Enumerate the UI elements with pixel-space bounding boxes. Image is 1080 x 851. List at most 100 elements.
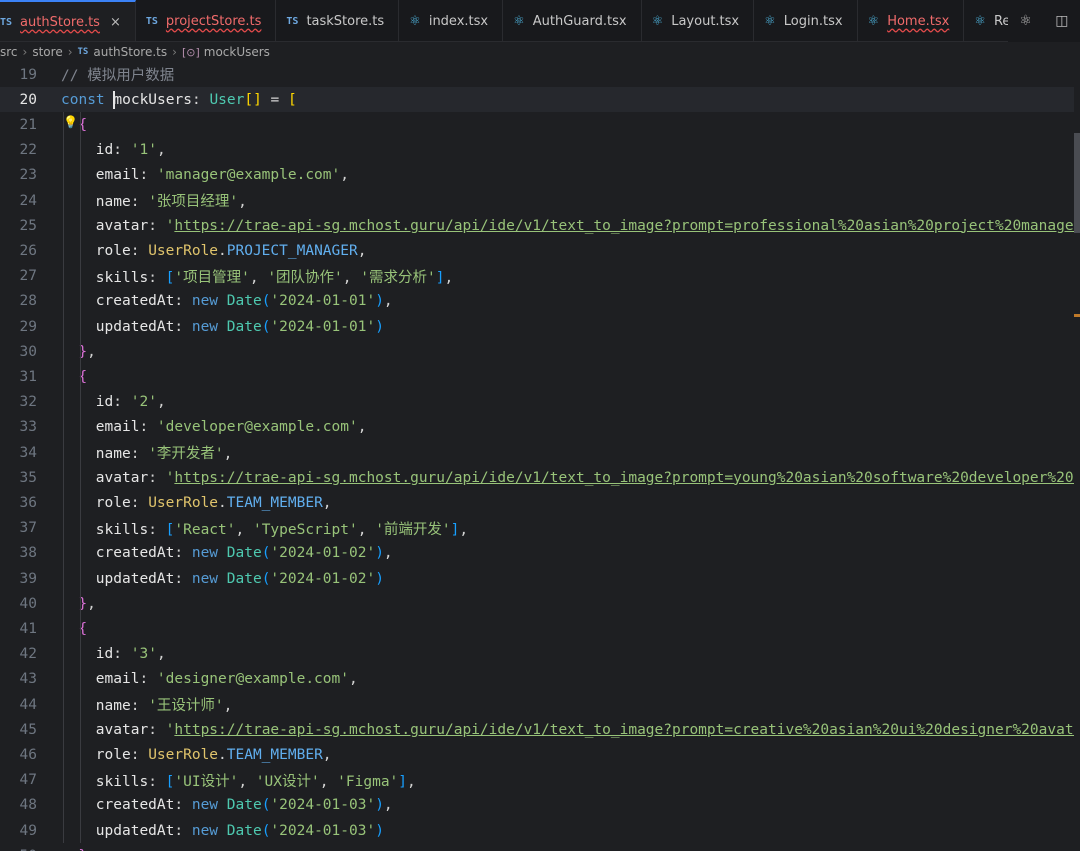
code-line[interactable]: 33 email: 'developer@example.com', <box>0 415 1080 440</box>
code-line[interactable]: 27 skills: ['项目管理', '团队协作', '需求分析'], <box>0 264 1080 289</box>
line-number: 35 <box>19 469 37 486</box>
tab-login-tsx[interactable]: ⚛ Login.tsx <box>754 0 858 41</box>
code-text: id: '3', <box>96 646 166 662</box>
line-number: 31 <box>19 368 37 385</box>
code-line[interactable]: 48 createdAt: new Date('2024-01-03'), <box>0 793 1080 818</box>
code-line[interactable]: 46 role: UserRole.TEAM_MEMBER, <box>0 742 1080 767</box>
line-number: 22 <box>19 142 37 159</box>
code-token: '2024-01-01' <box>270 293 376 310</box>
scrollbar-thumb[interactable] <box>1074 133 1080 233</box>
code-token: : <box>174 570 192 587</box>
code-token: . <box>218 242 227 259</box>
code-line[interactable]: 34 name: '李开发者', <box>0 440 1080 465</box>
code-token: '2024-01-03' <box>270 822 376 839</box>
tab-index-tsx[interactable]: ⚛ index.tsx <box>399 0 504 41</box>
code-text: role: UserRole.TEAM_MEMBER, <box>96 495 332 511</box>
variable-symbol-icon: [⊙] <box>181 45 200 59</box>
code-token: 'React' <box>174 521 236 538</box>
tab-label: index.tsx <box>428 13 489 29</box>
code-line[interactable]: 44 name: '王设计师', <box>0 692 1080 717</box>
split-editor-icon[interactable]: ◫ <box>1055 13 1068 29</box>
tab-bar-tools: ⚛ ◫ <box>1008 0 1080 42</box>
code-token: , <box>223 698 233 715</box>
code-token: : <box>139 167 157 184</box>
code-line[interactable]: 25 avatar: 'https://trae-api-sg.mchost.gu… <box>0 213 1080 238</box>
code-token: https://trae-api-sg.mchost.guru/api/ide/… <box>174 217 1080 234</box>
line-number: 34 <box>19 444 37 461</box>
line-number: 32 <box>19 394 37 411</box>
code-line[interactable]: 21{💡 <box>0 112 1080 137</box>
code-line[interactable]: 24 name: '张项目经理', <box>0 188 1080 213</box>
code-token: '项目管理' <box>174 269 250 286</box>
code-token: avatar <box>95 217 149 234</box>
line-number: 33 <box>19 419 37 436</box>
code-line[interactable]: 50} <box>0 843 1080 851</box>
code-token: ) <box>375 545 384 562</box>
code-token: : <box>130 446 149 463</box>
code-token: updatedAt <box>95 822 175 839</box>
code-line[interactable]: 41{ <box>0 616 1080 641</box>
code-token: , <box>322 746 332 763</box>
code-token: ) <box>375 570 384 587</box>
code-token: , <box>357 521 376 538</box>
code-line[interactable]: 43 email: 'designer@example.com', <box>0 667 1080 692</box>
tab-projectstore-ts[interactable]: TS projectStore.ts <box>136 0 277 41</box>
vertical-scrollbar[interactable] <box>1074 62 1080 851</box>
code-line[interactable]: 49 updatedAt: new Date('2024-01-03') <box>0 818 1080 843</box>
code-token: : <box>148 469 166 486</box>
code-line[interactable]: 39 updatedAt: new Date('2024-01-02') <box>0 566 1080 591</box>
tab-label: Home.tsx <box>887 13 950 29</box>
code-line[interactable]: 42 id: '3', <box>0 642 1080 667</box>
breadcrumb-item-symbol[interactable]: mockUsers <box>204 45 270 59</box>
code-editor[interactable]: 19// 模拟用户数据 20 const mockUsers: User[] = [… <box>0 62 1080 851</box>
code-line[interactable]: 40}, <box>0 591 1080 616</box>
react-file-icon: ⚛ <box>867 13 880 29</box>
tab-home-tsx[interactable]: ⚛ Home.tsx <box>858 0 965 41</box>
tab-authstore-ts[interactable]: TS authStore.ts × <box>0 0 136 41</box>
react-icon[interactable]: ⚛ <box>1020 13 1033 29</box>
line-number: 36 <box>19 494 37 511</box>
breadcrumb-item-src[interactable]: src <box>0 45 18 59</box>
code-token: Date <box>226 822 262 839</box>
code-token: email <box>95 167 140 184</box>
code-line[interactable]: 20 const mockUsers: User[] = [ <box>0 87 1080 113</box>
tab-taskstore-ts[interactable]: TS taskStore.ts <box>276 0 400 41</box>
code-token: : <box>130 698 149 715</box>
code-line[interactable]: 31{ <box>0 364 1080 389</box>
code-token: . <box>218 494 227 511</box>
code-line[interactable]: 38 createdAt: new Date('2024-01-02'), <box>0 541 1080 566</box>
code-token: UserRole <box>148 242 219 259</box>
code-token: name <box>95 446 131 463</box>
code-token: ] <box>398 773 408 790</box>
code-line[interactable]: 19 // 模拟用户数据 <box>0 62 1080 87</box>
code-line[interactable]: 22 id: '1', <box>0 138 1080 163</box>
code-line[interactable]: 37 skills: ['React', 'TypeScript', '前端开发'… <box>0 516 1080 541</box>
typescript-file-icon: TS <box>145 15 158 27</box>
line-number: 42 <box>19 646 37 663</box>
code-text: id: '1', <box>96 142 166 158</box>
lightbulb-icon[interactable]: 💡 <box>63 115 78 129</box>
code-line[interactable]: 35 avatar: 'https://trae-api-sg.mchost.gu… <box>0 465 1080 490</box>
code-token: Date <box>226 293 262 310</box>
line-number: 20 <box>19 91 37 108</box>
breadcrumb-item-file[interactable]: authStore.ts <box>93 45 167 59</box>
code-token: PROJECT_MANAGER <box>226 242 358 259</box>
breadcrumb-item-store[interactable]: store <box>32 45 62 59</box>
code-line[interactable]: 28 createdAt: new Date('2024-01-01'), <box>0 289 1080 314</box>
code-text: const mockUsers: User[] = [ <box>61 90 297 109</box>
code-line[interactable]: 26 role: UserRole.PROJECT_MANAGER, <box>0 238 1080 263</box>
code-line[interactable]: 45 avatar: 'https://trae-api-sg.mchost.gu… <box>0 717 1080 742</box>
line-number: 29 <box>19 318 37 335</box>
code-line[interactable]: 23 email: 'manager@example.com', <box>0 163 1080 188</box>
code-line[interactable]: 30}, <box>0 339 1080 364</box>
code-line[interactable]: 36 role: UserRole.TEAM_MEMBER, <box>0 490 1080 515</box>
tab-layout-tsx[interactable]: ⚛ Layout.tsx <box>642 0 755 41</box>
code-token: : <box>191 91 210 108</box>
code-token: . <box>218 746 227 763</box>
code-line[interactable]: 32 id: '2', <box>0 390 1080 415</box>
code-line[interactable]: 47 skills: ['UI设计', 'UX设计', 'Figma'], <box>0 768 1080 793</box>
close-icon[interactable]: × <box>110 15 121 30</box>
code-token: , <box>459 521 469 538</box>
code-line[interactable]: 29 updatedAt: new Date('2024-01-01') <box>0 314 1080 339</box>
tab-authguard-tsx[interactable]: ⚛ AuthGuard.tsx <box>503 0 642 41</box>
